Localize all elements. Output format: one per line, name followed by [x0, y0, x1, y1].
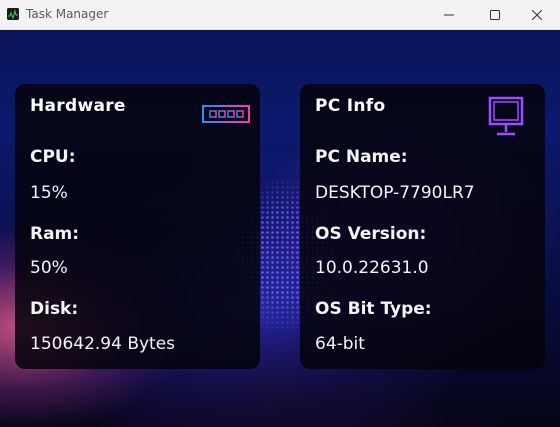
cpu-value: 15% [30, 183, 68, 203]
hardware-title: Hardware [30, 96, 126, 116]
os-bit-type-value: 64-bit [315, 334, 365, 354]
pc-info-title: PC Info [315, 96, 386, 116]
os-bit-type-label: OS Bit Type: [315, 299, 432, 319]
minimize-icon [444, 14, 454, 16]
close-icon [532, 10, 542, 20]
cpu-label: CPU: [30, 147, 76, 167]
ram-value: 50% [30, 258, 68, 278]
title-bar: Task Manager [0, 0, 560, 30]
hardware-card: Hardware CPU: 15% Ram: 50% Disk: 150642.… [15, 84, 260, 369]
pc-info-card: PC Info PC Name: DESKTOP-7790LR7 OS Vers… [300, 84, 545, 369]
os-version-value: 10.0.22631.0 [315, 258, 429, 278]
minimize-button[interactable] [426, 0, 472, 30]
os-version-label: OS Version: [315, 224, 427, 244]
pc-name-label: PC Name: [315, 147, 408, 167]
disk-value: 150642.94 Bytes [30, 334, 176, 354]
maximize-button[interactable] [472, 0, 518, 30]
monitor-icon [488, 96, 524, 142]
close-button[interactable] [514, 0, 560, 30]
window-title: Task Manager [26, 7, 109, 21]
task-manager-app-icon [7, 8, 19, 20]
maximize-icon [490, 10, 500, 20]
disk-label: Disk: [30, 299, 79, 319]
ram-chip-icon [201, 104, 251, 134]
ram-label: Ram: [30, 224, 80, 244]
pc-name-value: DESKTOP-7790LR7 [315, 183, 475, 203]
